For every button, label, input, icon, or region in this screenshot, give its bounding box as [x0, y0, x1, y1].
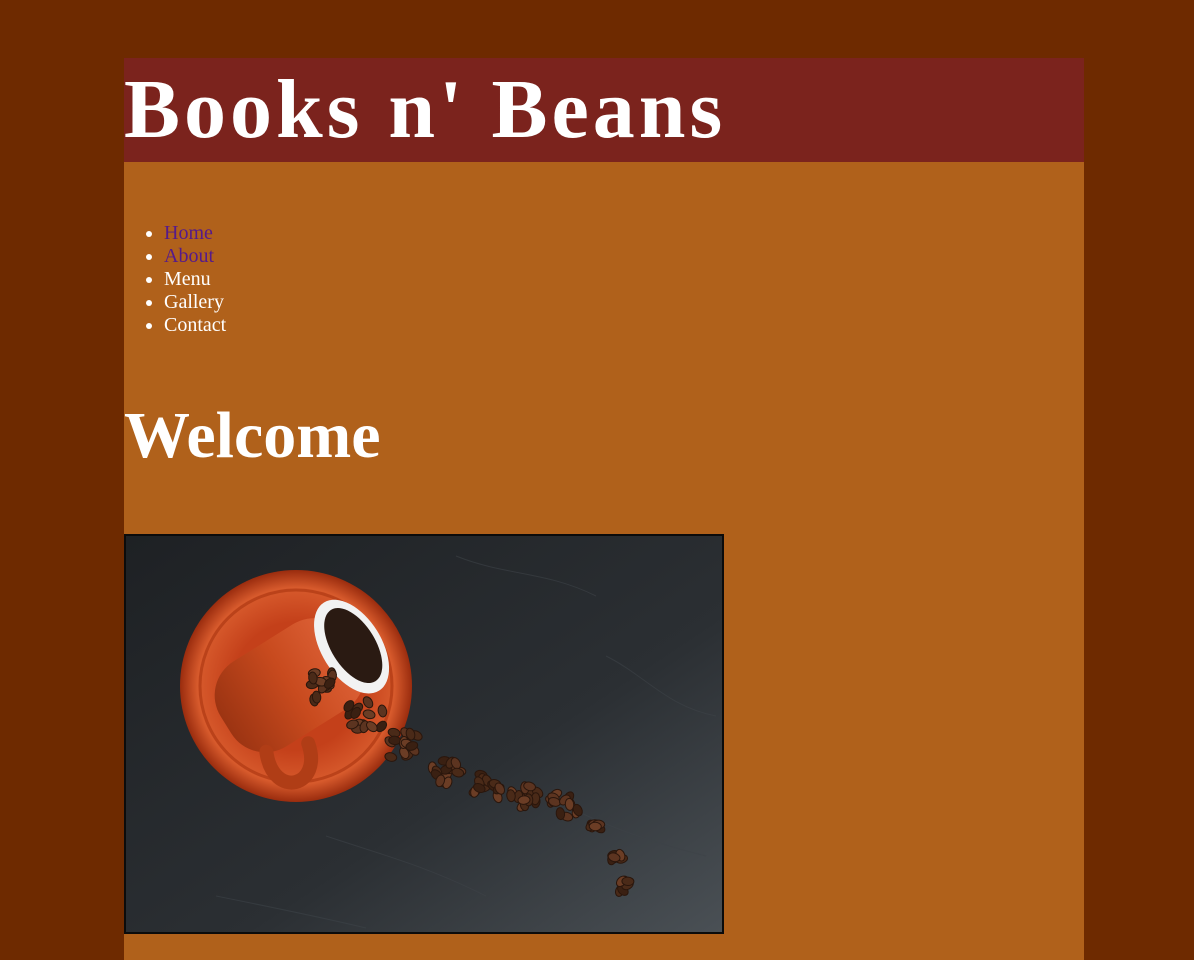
page-container: Books n' Beans Home About Menu Gallery C…	[124, 58, 1084, 960]
nav-link-menu[interactable]: Menu	[164, 268, 211, 290]
nav-link-about[interactable]: About	[164, 245, 214, 267]
coffee-hero-image	[124, 534, 724, 934]
nav-item-home: Home	[164, 222, 226, 245]
nav-item-menu: Menu	[164, 268, 226, 291]
nav-link-home[interactable]: Home	[164, 222, 213, 244]
nav-link-gallery[interactable]: Gallery	[164, 291, 224, 313]
masthead: Books n' Beans	[124, 58, 1084, 162]
nav-link-contact[interactable]: Contact	[164, 314, 226, 336]
welcome-heading: Welcome	[124, 399, 381, 472]
coffee-bean	[621, 876, 635, 887]
coffee-cup-illustration	[126, 536, 722, 932]
nav-item-contact: Contact	[164, 314, 226, 337]
main-nav: Home About Menu Gallery Contact	[124, 222, 226, 337]
nav-item-about: About	[164, 245, 226, 268]
site-title: Books n' Beans	[124, 63, 727, 156]
coffee-bean	[588, 821, 602, 832]
nav-item-gallery: Gallery	[164, 291, 226, 314]
